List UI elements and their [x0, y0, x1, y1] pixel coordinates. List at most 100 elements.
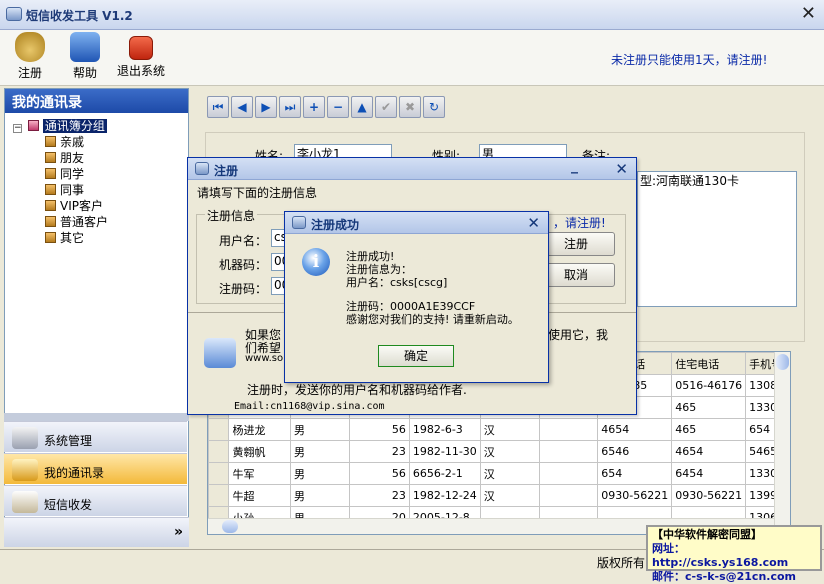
table-cell[interactable]: 汉	[479, 484, 541, 507]
table-cell[interactable]: 杨进龙	[228, 418, 291, 441]
nav-system-management[interactable]: 系统管理	[4, 421, 187, 452]
money-bag-icon	[15, 32, 45, 62]
group-item-classmates[interactable]: 同学	[45, 165, 84, 182]
table-cell[interactable]: 1982-12-24	[408, 484, 481, 507]
add-record-button[interactable]: +	[303, 96, 325, 118]
sidebar-splitter[interactable]	[4, 413, 189, 421]
exit-toolbar-button[interactable]: 退出系统	[114, 32, 168, 79]
group-item-vip[interactable]: VIP客户	[45, 197, 103, 214]
post-record-button[interactable]: ✔	[375, 96, 397, 118]
success-dialog-titlebar: 注册成功 ✕	[285, 212, 548, 234]
table-cell[interactable]	[539, 484, 599, 507]
table-cell[interactable]: 0930-56221	[597, 484, 673, 507]
table-cell[interactable]: 1982-6-3	[408, 418, 481, 441]
scroll-thumb[interactable]	[222, 520, 238, 533]
nav-expand-bar[interactable]: »	[4, 517, 189, 547]
scroll-thumb[interactable]	[776, 354, 789, 370]
table-cell[interactable]: 牛超	[228, 484, 291, 507]
register-close-button[interactable]: ✕	[615, 160, 628, 178]
table-row[interactable]: 杨进龙男 56 1982-6-3 汉 4654 465 654	[208, 418, 790, 441]
info-icon: i	[302, 248, 330, 276]
table-cell[interactable]: 汉	[479, 418, 541, 441]
table-cell[interactable]: 23	[349, 440, 410, 463]
window-close-button[interactable]: ✕	[801, 5, 816, 23]
register-dialog-titlebar: 注册 _ ✕	[188, 158, 636, 180]
delete-record-button[interactable]: −	[327, 96, 349, 118]
crack-watermark: 【中华软件解密同盟】 网址：http://csks.ys168.com 邮件：c…	[646, 525, 822, 583]
success-line: 注册码：0000A1E39CCF	[346, 300, 476, 313]
group-label: 同事	[60, 183, 85, 197]
table-vertical-scrollbar[interactable]	[774, 352, 790, 534]
table-cell[interactable]: 56	[349, 462, 410, 485]
table-cell[interactable]: 6546	[597, 440, 673, 463]
sms-icon	[12, 491, 38, 513]
group-item-other[interactable]: 其它	[45, 229, 84, 246]
table-cell[interactable]: 牛军	[228, 462, 291, 485]
sidebar-heading: 我的通讯录	[5, 89, 188, 113]
table-cell[interactable]: 男	[289, 484, 351, 507]
table-cell[interactable]: 6454	[671, 462, 747, 485]
register-code-label: 注册码：	[219, 282, 268, 296]
table-cell[interactable]: 男	[289, 462, 351, 485]
success-close-button[interactable]: ✕	[527, 214, 540, 232]
table-cell[interactable]: 男	[289, 440, 351, 463]
next-record-button[interactable]: ▶	[255, 96, 277, 118]
group-item-colleagues[interactable]: 同事	[45, 181, 84, 198]
group-item-friends[interactable]: 朋友	[45, 149, 84, 166]
table-cell[interactable]: 465	[671, 418, 747, 441]
table-cell[interactable]: 6656-2-1	[408, 462, 481, 485]
last-record-button[interactable]: ⏭	[279, 96, 301, 118]
table-header[interactable]: 住宅电话	[671, 352, 747, 375]
author-email: Email:cn1168@vip.sina.com	[234, 401, 385, 412]
table-cell[interactable]: 0930-56221	[671, 484, 747, 507]
edit-record-button[interactable]: ▲	[351, 96, 373, 118]
group-item-relatives[interactable]: 亲戚	[45, 133, 84, 150]
expand-chevron-icon[interactable]: »	[174, 524, 183, 540]
nav-my-contacts[interactable]: 我的通讯录	[4, 453, 187, 484]
table-cell[interactable]: 56	[349, 418, 410, 441]
collapse-icon[interactable]: −	[13, 124, 22, 133]
ok-button[interactable]: 确定	[378, 345, 454, 367]
table-cell[interactable]: 1982-11-30	[408, 440, 481, 463]
main-toolbar: 注册 帮助 退出系统 未注册只能使用1天，请注册!	[0, 30, 824, 86]
group-icon	[45, 216, 56, 227]
first-record-button[interactable]: ⏮	[207, 96, 229, 118]
table-cell[interactable]: 黄翱帆	[228, 440, 291, 463]
table-row[interactable]: 牛军男 56 6656-2-1 汉 654 6454 13305	[208, 462, 790, 485]
table-cell[interactable]: 654	[597, 462, 673, 485]
table-cell[interactable]	[208, 440, 230, 463]
cancel-record-button[interactable]: ✖	[399, 96, 421, 118]
refresh-button[interactable]: ↻	[423, 96, 445, 118]
table-cell[interactable]	[208, 484, 230, 507]
table-cell[interactable]	[208, 418, 230, 441]
group-item-normal[interactable]: 普通客户	[45, 213, 108, 230]
table-cell[interactable]	[539, 440, 599, 463]
group-label: 同学	[60, 167, 85, 181]
success-dialog-title: 注册成功	[311, 218, 360, 232]
table-cell[interactable]: 23	[349, 484, 410, 507]
table-cell[interactable]	[539, 418, 599, 441]
register-toolbar-button[interactable]: 注册	[4, 32, 56, 81]
table-row[interactable]: 黄翱帆男 23 1982-11-30 汉 6546 4654 5465	[208, 440, 790, 463]
table-cell[interactable]: 汉	[479, 440, 541, 463]
table-cell[interactable]: 4654	[597, 418, 673, 441]
table-cell[interactable]	[539, 462, 599, 485]
window-title: 短信收发工具 V1.2	[26, 9, 133, 23]
tree-root[interactable]: − 通讯簿分组	[13, 117, 107, 134]
minimize-button[interactable]: _	[571, 158, 578, 174]
table-cell[interactable]: 汉	[479, 462, 541, 485]
group-icon	[45, 184, 56, 195]
nav-sms[interactable]: 短信收发	[4, 485, 187, 516]
table-cell[interactable]: 0516-46176	[671, 374, 747, 397]
prev-record-button[interactable]: ◀	[231, 96, 253, 118]
register-note-line: 注册时，发送你的用户名和机器码给作者.	[247, 383, 467, 397]
group-icon	[45, 136, 56, 147]
note-textarea[interactable]: 型:河南联通130卡	[637, 171, 797, 307]
group-label: 其它	[60, 231, 85, 245]
table-cell[interactable]: 男	[289, 418, 351, 441]
table-cell[interactable]: 4654	[671, 440, 747, 463]
table-row[interactable]: 牛超男 23 1982-12-24 汉 0930-56221 0930-56221 1399…	[208, 484, 790, 507]
table-cell[interactable]: 465	[671, 396, 747, 419]
help-toolbar-button[interactable]: 帮助	[59, 32, 111, 81]
table-cell[interactable]	[208, 462, 230, 485]
